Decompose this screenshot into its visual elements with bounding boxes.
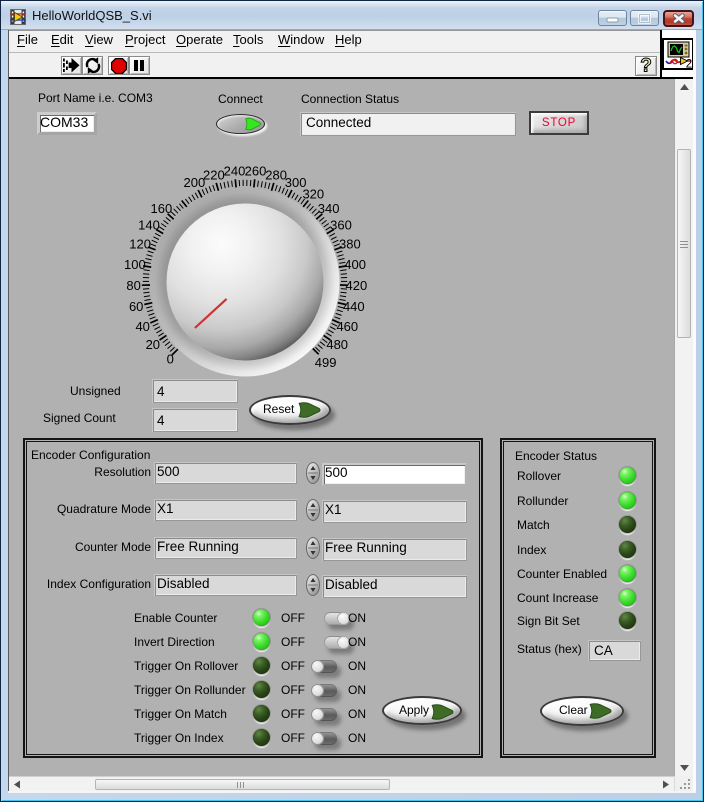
svg-text:0: 0 [167, 351, 174, 366]
svg-text:160: 160 [151, 201, 173, 216]
svg-text:340: 340 [318, 201, 340, 216]
svg-text:?: ? [640, 56, 652, 76]
svg-text:240: 240 [224, 164, 246, 179]
svg-text:220: 220 [203, 167, 225, 182]
svg-text:60: 60 [129, 299, 143, 314]
svg-text:499: 499 [315, 355, 337, 370]
svg-text:40: 40 [135, 319, 149, 334]
svg-text:480: 480 [326, 337, 348, 352]
svg-text:280: 280 [265, 167, 287, 182]
svg-text:80: 80 [126, 278, 140, 293]
svg-text:420: 420 [346, 278, 368, 293]
svg-text:460: 460 [336, 319, 358, 334]
svg-text:140: 140 [138, 218, 160, 233]
svg-text:360: 360 [330, 218, 352, 233]
svg-text:320: 320 [302, 186, 324, 201]
svg-text:380: 380 [339, 237, 361, 252]
svg-text:440: 440 [343, 299, 365, 314]
svg-text:260: 260 [245, 164, 267, 179]
svg-text:20: 20 [146, 337, 160, 352]
svg-text:2: 2 [686, 59, 692, 71]
svg-text:400: 400 [344, 257, 366, 272]
svg-text:120: 120 [129, 237, 151, 252]
svg-text:200: 200 [184, 175, 206, 190]
svg-text:100: 100 [124, 257, 146, 272]
